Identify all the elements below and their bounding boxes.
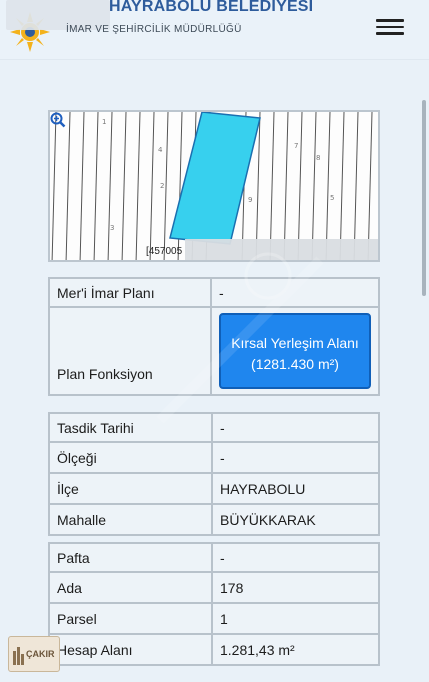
table-row: Hesap Alanı 1.281,43 m² — [48, 635, 380, 666]
value-cell: - — [212, 277, 380, 308]
label-cell: Mahalle — [48, 505, 213, 536]
label-cell: Tasdik Tarihi — [48, 412, 213, 443]
table-row: Mer'i İmar Planı - — [48, 277, 380, 308]
table-row: İlçe HAYRABOLU — [48, 474, 380, 505]
selected-parcel — [169, 112, 261, 245]
svg-text:3: 3 — [110, 224, 114, 232]
zoom-in-icon[interactable] — [50, 112, 66, 128]
plan-function-button[interactable]: Kırsal Yerleşim Alanı (1281.430 m²) — [219, 313, 371, 389]
label-cell: Ölçeği — [48, 443, 213, 474]
approval-table: Tasdik Tarihi - Ölçeği - İlçe HAYRABOLU … — [48, 412, 380, 536]
table-row: Pafta - — [48, 542, 380, 573]
hamburger-menu-icon[interactable] — [376, 15, 404, 39]
svg-text:7: 7 — [294, 142, 298, 150]
table-row: Ölçeği - — [48, 443, 380, 474]
value-cell: - — [213, 412, 380, 443]
agency-badge: ÇAKIR — [8, 636, 60, 672]
parcel-table: Pafta - Ada 178 Parsel 1 Hesap Alanı 1.2… — [48, 542, 380, 666]
label-cell: İlçe — [48, 474, 213, 505]
badge-label: ÇAKIR — [26, 649, 55, 659]
svg-text:9: 9 — [248, 196, 252, 204]
table-row: Tasdik Tarihi - — [48, 412, 380, 443]
value-cell: 1 — [213, 604, 380, 635]
value-cell: - — [213, 542, 380, 573]
svg-text:2: 2 — [160, 182, 164, 190]
table-row: Plan Fonksiyon Kırsal Yerleşim Alanı (12… — [48, 308, 380, 396]
value-cell: 1.281,43 m² — [213, 635, 380, 666]
table-row: Mahalle BÜYÜKKARAK — [48, 505, 380, 536]
label-cell: Pafta — [48, 542, 213, 573]
label-cell: Parsel — [48, 604, 213, 635]
value-cell: Kırsal Yerleşim Alanı (1281.430 m²) — [212, 308, 380, 396]
value-cell: - — [213, 443, 380, 474]
value-cell: 178 — [213, 573, 380, 604]
label-cell: Hesap Alanı — [48, 635, 213, 666]
plan-table: Mer'i İmar Planı - Plan Fonksiyon Kırsal… — [48, 277, 380, 396]
app-subtitle: İMAR VE ŞEHİRCİLİK MÜDÜRLÜĞÜ — [66, 24, 242, 35]
value-cell: BÜYÜKKARAK — [213, 505, 380, 536]
svg-text:4: 4 — [158, 146, 163, 154]
svg-text:1: 1 — [102, 118, 106, 126]
parcel-map[interactable]: 1 4 7 8 2 9 5 3 [457005 — [48, 110, 380, 262]
svg-text:8: 8 — [316, 154, 320, 162]
label-cell: Ada — [48, 573, 213, 604]
label-cell: Mer'i İmar Planı — [48, 277, 212, 308]
table-row: Parsel 1 — [48, 604, 380, 635]
app-header: HAYRABOLU BELEDİYESİ İMAR VE ŞEHİRCİLİK … — [0, 0, 429, 60]
app-title: HAYRABOLU BELEDİYESİ — [109, 0, 314, 15]
map-blur-overlay — [185, 239, 378, 260]
label-cell: Plan Fonksiyon — [48, 308, 212, 396]
map-coordinate: [457005 — [146, 246, 183, 257]
building-icon — [13, 647, 24, 665]
table-row: Ada 178 — [48, 573, 380, 604]
svg-text:5: 5 — [330, 194, 334, 202]
page-scrollbar[interactable] — [422, 100, 426, 296]
value-cell: HAYRABOLU — [213, 474, 380, 505]
